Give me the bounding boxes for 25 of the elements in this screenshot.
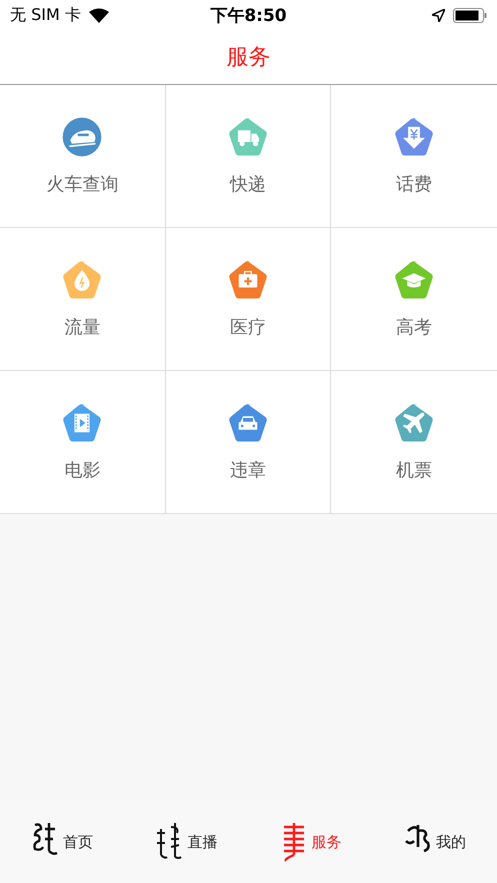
service-tile[interactable]: 医疗 <box>166 228 332 371</box>
service-tile[interactable]: 违章 <box>166 371 332 514</box>
tab-item[interactable]: 首页 <box>0 821 124 863</box>
service-label: 话费 <box>396 173 432 196</box>
service-label: 电影 <box>64 459 100 482</box>
tab-item[interactable]: 我的 <box>372 821 497 863</box>
wifi-icon <box>88 8 109 22</box>
service-label: 违章 <box>230 459 266 482</box>
service-label: 流量 <box>64 316 100 339</box>
service-label: 医疗 <box>230 316 266 339</box>
clock-text: 下午8:50 <box>210 4 287 26</box>
battery-icon <box>452 8 487 22</box>
service-label: 快递 <box>230 173 266 196</box>
service-tile[interactable]: 流量 <box>0 228 166 371</box>
service-tile[interactable]: 火车查询 <box>0 85 166 228</box>
service-tile[interactable]: 电影 <box>0 371 166 514</box>
service-tile[interactable]: 快递 <box>166 85 332 228</box>
carrier-text: 无 SIM 卡 <box>10 4 81 26</box>
tab-item[interactable]: 直播 <box>124 821 248 863</box>
service-label: 火车查询 <box>46 173 118 196</box>
service-label: 机票 <box>396 459 432 482</box>
tab-item[interactable]: 服务 <box>248 821 373 863</box>
service-label: 高考 <box>396 316 432 339</box>
location-arrow-icon <box>432 8 445 22</box>
page-title: 服务 <box>226 44 270 72</box>
